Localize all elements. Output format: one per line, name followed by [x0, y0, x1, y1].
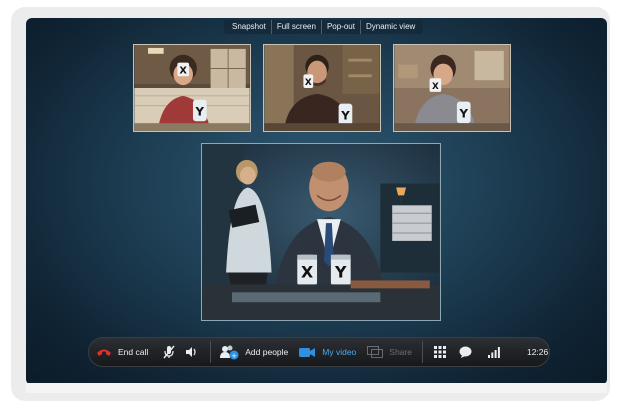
main-video-feed: X Y — [202, 144, 440, 320]
window-bottom-strip — [26, 383, 607, 393]
add-people-icon[interactable]: + — [219, 343, 239, 361]
call-control-bar: End call + Add people My video Share 12:… — [88, 337, 550, 367]
dialpad-icon[interactable] — [433, 345, 447, 359]
svg-text:+: + — [231, 352, 237, 360]
signal-strength-icon — [487, 345, 501, 359]
my-video-button[interactable]: My video — [322, 347, 356, 357]
can-label-text: Y — [458, 106, 468, 120]
cup-label-text: X — [179, 65, 187, 76]
dynamic-view-button[interactable]: Dynamic view — [361, 20, 420, 34]
microphone-muted-icon[interactable] — [162, 344, 176, 360]
can-label-text: Y — [340, 108, 350, 122]
phone-hangup-icon[interactable] — [95, 343, 113, 361]
main-participant-video[interactable]: X Y — [201, 143, 441, 321]
can-right-label-text: Y — [334, 262, 347, 281]
full-screen-button[interactable]: Full screen — [272, 20, 322, 34]
call-duration: 12:26 — [526, 347, 549, 357]
video-camera-icon[interactable] — [298, 344, 316, 360]
participant-video-1: X Y — [134, 45, 250, 131]
view-toolbar: Snapshot Full screen Pop-out Dynamic vie… — [224, 20, 424, 34]
divider — [210, 341, 212, 363]
cup-label-text: X — [432, 82, 439, 92]
share-screen-icon[interactable] — [366, 344, 384, 360]
participant-video-3: X Y — [394, 45, 510, 131]
video-call-stage: Snapshot Full screen Pop-out Dynamic vie… — [26, 18, 607, 385]
participant-thumbnail-2[interactable]: X Y — [263, 44, 381, 132]
add-people-button[interactable]: Add people — [245, 347, 288, 357]
can-left-label-text: X — [301, 262, 313, 281]
chat-bubble-icon[interactable] — [459, 345, 473, 359]
share-button[interactable]: Share — [389, 347, 412, 357]
participant-thumbnail-1[interactable]: X Y — [133, 44, 251, 132]
speaker-icon[interactable] — [184, 344, 198, 360]
participant-video-2: X Y — [264, 45, 380, 131]
divider — [421, 341, 423, 363]
cup-label-text: X — [305, 78, 312, 88]
snapshot-button[interactable]: Snapshot — [227, 20, 272, 34]
pop-out-button[interactable]: Pop-out — [322, 20, 361, 34]
end-call-button[interactable]: End call — [118, 347, 148, 357]
participant-thumbnail-3[interactable]: X Y — [393, 44, 511, 132]
can-label-text: Y — [195, 104, 205, 118]
